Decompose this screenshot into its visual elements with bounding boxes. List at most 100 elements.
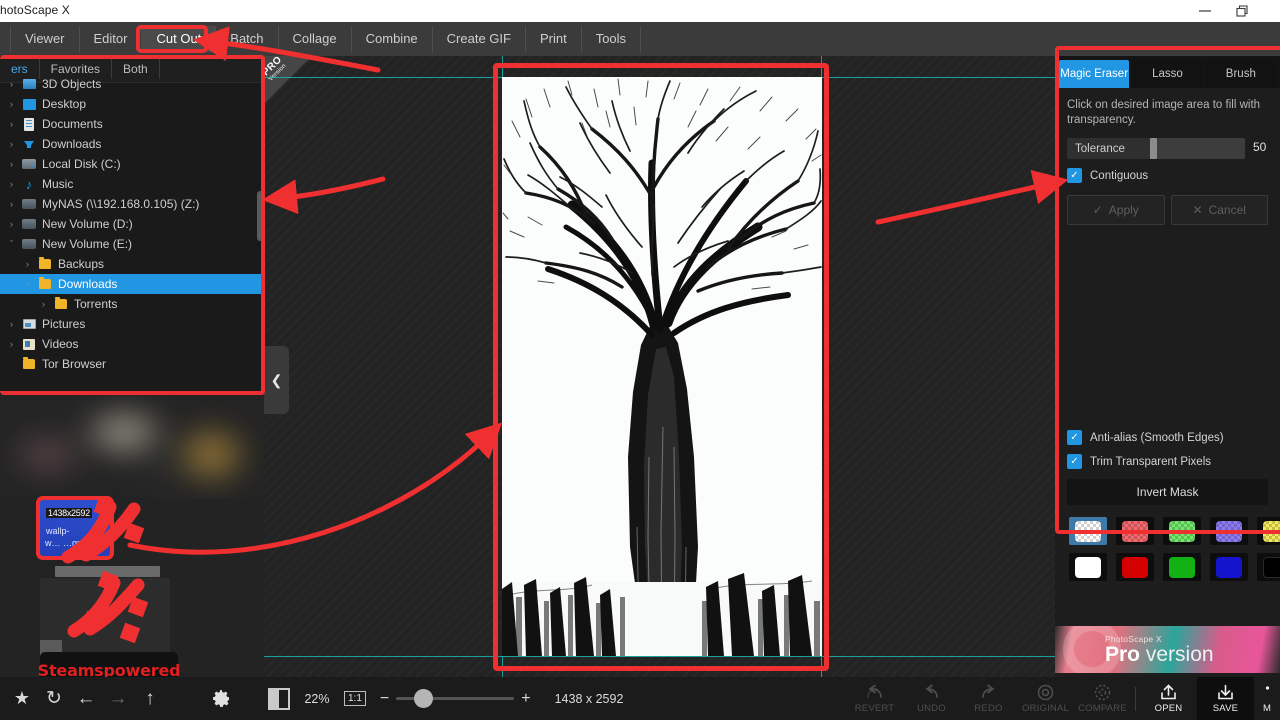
undo-label: UNDO [917,702,946,714]
split-view-icon[interactable] [268,687,290,710]
swatch-transparent-red[interactable] [1116,517,1154,545]
apply-button[interactable]: ✓ Apply [1067,195,1165,225]
chevron-right-icon[interactable]: › [4,219,19,229]
chevron-down-icon[interactable]: ˇ [4,239,19,249]
chevron-right-icon[interactable]: › [20,279,35,289]
zoom-slider-knob[interactable] [414,689,434,708]
compare-button[interactable]: COMPARE [1074,677,1131,720]
chevron-left-icon[interactable]: ❮ [264,346,289,414]
swatch-transparent-blue[interactable] [1210,517,1248,545]
more-button[interactable]: M [1254,677,1280,720]
up-arrow-icon[interactable]: ↑ [134,682,166,716]
tree-item-downloads[interactable]: › Downloads [0,134,264,154]
tree-item-local-disk-c[interactable]: › Local Disk (C:) [0,154,264,174]
sidebar-scrollbar[interactable] [257,191,263,241]
chevron-right-icon[interactable]: › [36,299,51,309]
tree-item-pictures[interactable]: › Pictures [0,314,264,334]
refresh-icon[interactable]: ↻ [38,682,70,716]
chevron-right-icon[interactable]: › [4,179,19,189]
folder-sidebar: ers Favorites Both › 3D Objects › Deskto… [0,56,264,394]
tree-item-new-volume-e[interactable]: ˇ New Volume (E:) [0,234,264,254]
swatch-transparent-green[interactable] [1163,517,1201,545]
swatch-transparent[interactable] [1069,517,1107,545]
chevron-right-icon[interactable]: › [20,259,35,269]
zoom-slider-track[interactable] [396,689,515,708]
chevron-right-icon[interactable]: › [4,339,19,349]
pro-version-promo-banner[interactable]: PhotoScape X Pro version [1055,626,1280,673]
undo-button[interactable]: UNDO [903,677,960,720]
menu-item-viewer[interactable]: Viewer [10,26,80,52]
chevron-right-icon[interactable]: › [4,79,19,89]
panel-spacer [1055,225,1280,421]
tree-item-mynas[interactable]: › MyNAS (\\192.168.0.105) (Z:) [0,194,264,214]
swatch-black[interactable] [1257,553,1280,581]
tree-item-videos[interactable]: › Videos [0,334,264,354]
tree-item-label: Pictures [42,317,86,331]
tree-item-3d-objects[interactable]: › 3D Objects [0,74,264,94]
tree-item-desktop[interactable]: › Desktop [0,94,264,114]
tree-item-tor-browser[interactable]: Tor Browser [0,354,264,374]
antialias-checkbox-row[interactable]: ✓ Anti-alias (Smooth Edges) [1067,430,1268,445]
apply-label: Apply [1108,203,1139,217]
close-icon: ✕ [1192,203,1203,217]
contiguous-checkbox-row[interactable]: ✓ Contiguous [1067,168,1268,183]
zoom-controls: 22% 1:1 − + 1438 x 2592 [268,687,623,710]
tree-item-new-volume-d[interactable]: › New Volume (D:) [0,214,264,234]
menu-item-batch[interactable]: Batch [216,26,279,52]
menu-item-print[interactable]: Print [526,26,582,52]
open-button[interactable]: OPEN [1140,677,1197,720]
chevron-right-icon[interactable]: › [4,139,19,149]
original-button[interactable]: ORIGINAL [1017,677,1074,720]
tool-hint-text: Click on desired image area to fill with… [1067,99,1261,126]
save-button[interactable]: SAVE [1197,677,1254,720]
menu-item-tools[interactable]: Tools [582,26,642,52]
invert-mask-button[interactable]: Invert Mask [1067,479,1268,505]
checkbox-icon[interactable]: ✓ [1067,168,1082,183]
favorite-star-icon[interactable]: ★ [6,682,38,716]
menu-item-cut-out[interactable]: Cut Out [142,26,217,52]
chevron-right-icon[interactable]: › [4,199,19,209]
chevron-right-icon[interactable]: › [4,159,19,169]
tree-item-label: Backups [58,257,105,271]
checkbox-icon[interactable]: ✓ [1067,430,1082,445]
forward-arrow-icon[interactable]: → [102,682,134,716]
zoom-slider[interactable]: − + [380,689,531,708]
menu-item-create-gif[interactable]: Create GIF [433,26,526,52]
tree-item-documents[interactable]: › Documents [0,114,264,134]
swatch-green[interactable] [1163,553,1201,581]
swatch-red[interactable] [1116,553,1154,581]
chevron-right-icon[interactable]: › [4,319,19,329]
tab-brush[interactable]: Brush [1205,60,1276,88]
restore-icon[interactable] [1226,0,1260,22]
minimize-icon[interactable] [1188,0,1222,22]
back-arrow-icon[interactable]: ← [70,682,102,716]
gear-icon[interactable] [204,682,238,716]
tab-magic-eraser[interactable]: Magic Eraser [1059,60,1130,88]
swatch-blue[interactable] [1210,553,1248,581]
revert-button[interactable]: REVERT [846,677,903,720]
tree-item-downloads-selected[interactable]: › Downloads [0,274,264,294]
redo-button[interactable]: REDO [960,677,1017,720]
zoom-in-icon[interactable]: + [521,690,530,706]
zoom-out-icon[interactable]: − [380,690,389,706]
checkbox-icon[interactable]: ✓ [1067,454,1082,469]
zoom-one-to-one-button[interactable]: 1:1 [344,691,366,706]
trim-checkbox-row[interactable]: ✓ Trim Transparent Pixels [1067,454,1268,469]
save-download-icon [1216,684,1235,701]
tree-item-backups[interactable]: › Backups [0,254,264,274]
menu-item-collage[interactable]: Collage [279,26,352,52]
tab-lasso[interactable]: Lasso [1132,60,1203,88]
cancel-button[interactable]: ✕ Cancel [1170,195,1268,225]
tolerance-knob[interactable] [1150,138,1157,159]
tolerance-slider[interactable]: Tolerance 50 [1067,138,1268,159]
image-canvas[interactable]: PRO Version ❮ [264,56,1055,677]
open-upload-icon [1159,683,1178,701]
chevron-right-icon[interactable]: › [4,99,19,109]
menu-item-editor[interactable]: Editor [80,26,143,52]
tree-item-music[interactable]: › ♪ Music [0,174,264,194]
menu-item-combine[interactable]: Combine [352,26,433,52]
chevron-right-icon[interactable]: › [4,119,19,129]
swatch-white[interactable] [1069,553,1107,581]
swatch-transparent-yellow[interactable] [1257,517,1280,545]
tree-item-torrents[interactable]: › Torrents [0,294,264,314]
